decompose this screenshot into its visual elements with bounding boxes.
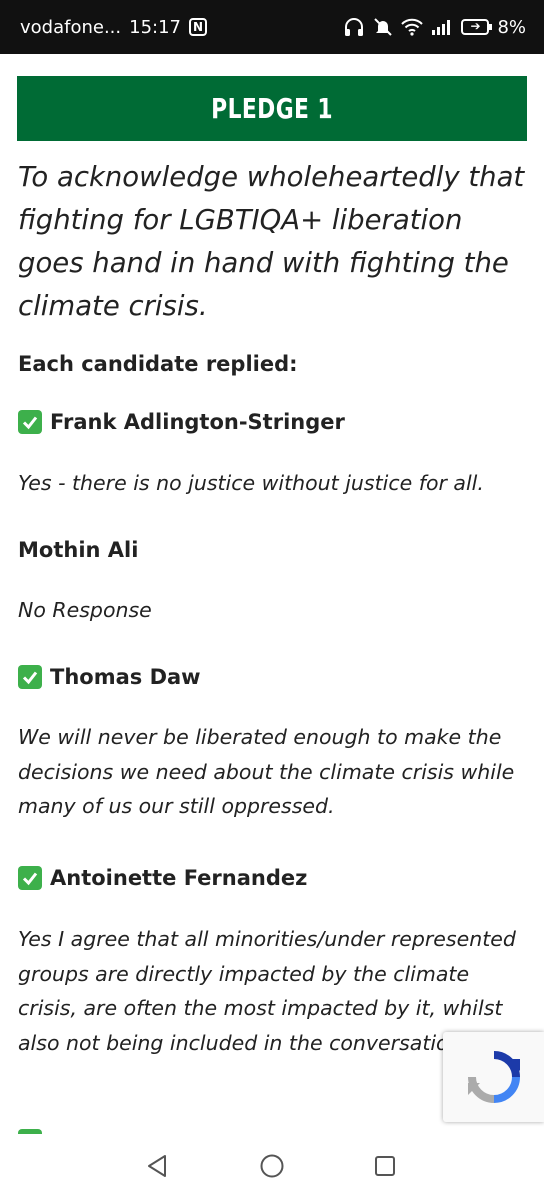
candidate-reply: We will never be liberated enough to mak… <box>18 725 515 818</box>
candidate-name-text: Frank Adlington-Stringer <box>50 410 345 434</box>
carrier-name: vodafone... <box>20 16 122 38</box>
candidate-reply: Yes - there is no justice without justic… <box>18 471 484 495</box>
clock: 15:17 <box>129 16 181 38</box>
candidate-name: Antoinette Fernandez <box>18 866 307 890</box>
candidate-name: Thomas Daw <box>18 665 201 689</box>
navigation-bar <box>0 1134 544 1200</box>
pledge-text: To acknowledge wholeheartedly that fight… <box>18 161 525 322</box>
recaptcha-badge[interactable] <box>443 1032 544 1122</box>
candidate-name-text: Antoinette Fernandez <box>50 866 308 890</box>
pledge-title: PLEDGE 1 <box>211 92 333 125</box>
candidate-reply: No Response <box>18 598 152 622</box>
home-icon[interactable] <box>254 1148 290 1184</box>
candidate-name: Frank Adlington-Stringer <box>18 410 345 434</box>
recents-icon[interactable] <box>367 1148 403 1184</box>
wifi-icon <box>401 18 424 36</box>
headphones-icon <box>343 17 365 37</box>
candidate-name-text: Thomas Daw <box>50 665 201 689</box>
page-content: PLEDGE 1 To acknowledge wholeheartedly t… <box>0 54 544 1134</box>
back-icon[interactable] <box>140 1148 176 1184</box>
status-bar: vodafone... 15:17 N ➔ 8% <box>0 0 544 54</box>
recaptcha-icon <box>467 1051 520 1103</box>
pledge-banner: PLEDGE 1 <box>17 76 527 141</box>
check-mark-icon <box>18 665 42 689</box>
signal-icon <box>431 19 453 35</box>
candidate-name-text: Mothin Ali <box>18 538 139 562</box>
battery-charging-icon: ➔ <box>461 19 493 35</box>
candidate-name: Mothin Ali <box>18 538 138 562</box>
battery-percent: 8% <box>497 16 526 38</box>
replies-heading: Each candidate replied: <box>18 352 298 376</box>
check-mark-icon <box>18 410 42 434</box>
nfc-icon: N <box>189 18 208 36</box>
check-mark-icon <box>18 866 42 890</box>
bell-off-icon <box>373 17 393 37</box>
